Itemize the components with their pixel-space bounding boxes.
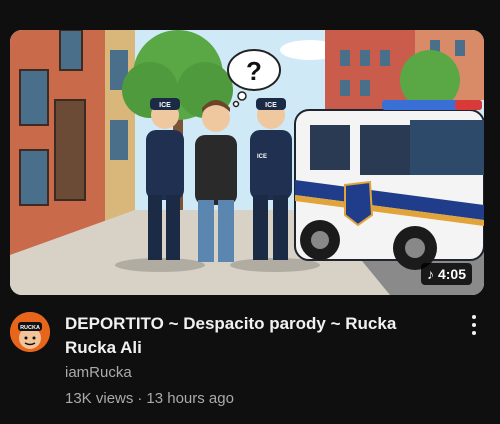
question-mark: ? — [246, 56, 262, 86]
officer-right-cap-text: ICE — [265, 102, 277, 109]
more-vert-icon[interactable] — [462, 312, 486, 338]
officer-right-chest-text: ICE — [257, 154, 267, 160]
channel-avatar[interactable]: RUCKA — [10, 312, 50, 352]
duration-text: 4:05 — [437, 266, 466, 282]
video-meta: RUCKA DEPORTITO ~ Despacito parody ~ Ruc… — [0, 300, 500, 424]
upload-age: 13 hours ago — [146, 390, 234, 407]
officer-left-cap-text: ICE — [159, 102, 171, 109]
duration-badge: ♪ 4:05 — [420, 263, 472, 285]
stats-separator: · — [137, 390, 143, 407]
video-title[interactable]: DEPORTITO ~ Despacito parody ~ Rucka Ruc… — [65, 312, 445, 360]
video-card[interactable]: ? ICE ICE ICE ♪ 4:05 RUCKA DEPORTITO ~ D… — [0, 0, 500, 424]
thumbnail-illustration: ? ICE ICE ICE — [10, 30, 484, 295]
channel-name[interactable]: iamRucka — [65, 364, 132, 381]
avatar-illustration: RUCKA — [10, 312, 50, 352]
view-count: 13K views — [65, 390, 134, 407]
video-thumbnail[interactable]: ? ICE ICE ICE ♪ 4:05 — [10, 30, 484, 295]
avatar-cap-text: RUCKA — [20, 325, 40, 331]
video-stats: 13K views · 13 hours ago — [65, 390, 234, 407]
music-note-icon: ♪ — [426, 266, 434, 282]
